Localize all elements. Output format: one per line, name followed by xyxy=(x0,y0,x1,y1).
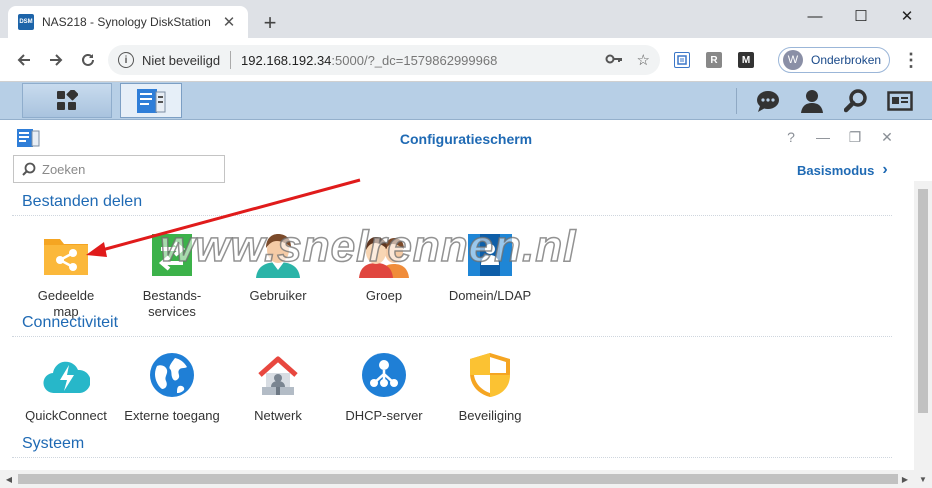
user-icon xyxy=(253,230,303,280)
browser-tab[interactable]: DSM NAS218 - Synology DiskStation ✕ xyxy=(8,6,248,38)
shared-folder-icon xyxy=(41,230,91,280)
section-divider xyxy=(12,215,892,216)
scroll-right-arrow-icon[interactable]: ▶ xyxy=(898,472,912,486)
item-label: Beveiliging xyxy=(458,408,522,423)
back-arrow-icon[interactable] xyxy=(12,48,36,72)
panel-restore-button[interactable]: ❐ xyxy=(846,128,864,146)
taskbar-divider xyxy=(736,88,737,114)
window-maximize-button[interactable]: ☐ xyxy=(838,4,884,28)
main-menu-button[interactable] xyxy=(22,83,112,118)
file-services-icon xyxy=(147,230,197,280)
panel-close-button[interactable]: ✕ xyxy=(878,128,896,146)
search-input[interactable] xyxy=(42,161,212,177)
panel-minimize-button[interactable]: — xyxy=(814,128,832,146)
domain-ldap-item[interactable]: Domein/LDAP xyxy=(435,230,545,304)
main-menu-grid-icon xyxy=(57,89,78,110)
horizontal-scrollbar-thumb[interactable] xyxy=(18,474,898,484)
widgets-icon[interactable] xyxy=(886,88,914,114)
basic-mode-link[interactable]: Basismodus › xyxy=(797,161,888,179)
vertical-scrollbar[interactable] xyxy=(914,181,932,470)
item-label: Netwerk xyxy=(254,408,302,423)
control-panel-taskbar-button[interactable] xyxy=(120,83,182,118)
item-label: Gebruiker xyxy=(249,288,307,303)
dsm-favicon-icon: DSM xyxy=(18,14,34,30)
quickconnect-icon xyxy=(41,350,91,400)
group-item[interactable]: Groep xyxy=(329,230,439,304)
url-path: :5000/?_dc=1579862999968 xyxy=(331,52,498,68)
network-icon xyxy=(253,350,303,400)
control-panel-window: Configuratiescherm ? — ❐ ✕ Basismodus › … xyxy=(0,120,932,488)
avatar: W xyxy=(783,50,803,70)
profile-label: Onderbroken xyxy=(811,53,882,67)
scroll-left-arrow-icon[interactable]: ◀ xyxy=(2,472,16,486)
quickconnect-item[interactable]: QuickConnect xyxy=(11,350,121,424)
browser-toolbar: i Niet beveiligd 192.168.192.34 :5000/?_… xyxy=(0,38,932,82)
dsm-taskbar xyxy=(0,82,932,120)
file-services-item[interactable]: Bestands-services xyxy=(117,230,227,320)
item-label: QuickConnect xyxy=(25,408,107,423)
tab-close-icon[interactable]: ✕ xyxy=(220,13,238,31)
item-label: DHCP-server xyxy=(345,408,423,423)
help-icon[interactable]: ? xyxy=(782,128,800,146)
external-access-item[interactable]: Externe toegang xyxy=(117,350,227,424)
window-minimize-button[interactable]: — xyxy=(792,4,838,28)
key-icon[interactable] xyxy=(605,52,623,69)
security-shield-icon xyxy=(465,350,515,400)
forward-arrow-icon[interactable] xyxy=(44,48,68,72)
extension-m-icon[interactable]: M xyxy=(738,52,754,68)
section-divider xyxy=(12,457,892,458)
item-label: Groep xyxy=(365,288,403,303)
tab-title: NAS218 - Synology DiskStation xyxy=(42,15,211,29)
item-label: Bestands-services xyxy=(142,288,202,319)
item-label: Domein/LDAP xyxy=(448,288,532,303)
scroll-down-arrow-icon[interactable]: ▼ xyxy=(916,472,930,486)
section-title-file-sharing: Bestanden delen xyxy=(22,193,143,210)
network-item[interactable]: Netwerk xyxy=(223,350,333,424)
shared-folder-item[interactable]: Gedeelde map xyxy=(11,230,121,320)
domain-ldap-icon xyxy=(465,230,515,280)
dhcp-server-icon xyxy=(359,350,409,400)
section-title-system: Systeem xyxy=(22,435,85,452)
new-tab-button[interactable]: + xyxy=(258,12,282,34)
search-magnifier-icon xyxy=(22,162,36,176)
item-label: Externe toegang xyxy=(124,408,220,423)
security-label: Niet beveiligd xyxy=(142,52,221,68)
user-item[interactable]: Gebruiker xyxy=(223,230,333,304)
browser-tab-strip: DSM NAS218 - Synology DiskStation ✕ + — … xyxy=(0,0,932,38)
extension-r-icon[interactable]: R xyxy=(706,52,722,68)
control-panel-header: Configuratiescherm ? — ❐ ✕ xyxy=(0,120,932,156)
chevron-right-icon: › xyxy=(882,161,888,178)
address-separator xyxy=(230,51,232,69)
profile-button[interactable]: W Onderbroken xyxy=(778,47,890,73)
section-divider xyxy=(12,336,892,337)
notifications-chat-icon[interactable] xyxy=(754,88,782,114)
dhcp-server-item[interactable]: DHCP-server xyxy=(329,350,439,424)
address-bar[interactable]: i Niet beveiligd 192.168.192.34 :5000/?_… xyxy=(108,45,660,75)
url-host: 192.168.192.34 xyxy=(241,52,332,68)
search-field[interactable] xyxy=(13,155,225,183)
window-close-button[interactable]: ✕ xyxy=(884,4,930,28)
section-title-connectivity: Connectiviteit xyxy=(22,314,119,331)
basic-mode-label: Basismodus xyxy=(797,162,875,178)
info-icon[interactable]: i xyxy=(118,52,134,68)
bookmark-star-icon[interactable]: ☆ xyxy=(637,51,650,69)
external-access-icon xyxy=(147,350,197,400)
search-icon[interactable] xyxy=(842,88,870,114)
security-item[interactable]: Beveiliging xyxy=(435,350,545,424)
extension-page-icon[interactable] xyxy=(674,52,690,68)
browser-menu-icon[interactable]: ⋮ xyxy=(902,50,920,71)
reload-icon[interactable] xyxy=(76,48,100,72)
group-icon xyxy=(359,230,409,280)
control-panel-icon xyxy=(137,88,166,113)
horizontal-scrollbar[interactable]: ◀ ▶ ▼ xyxy=(0,470,932,488)
user-options-icon[interactable] xyxy=(798,88,826,114)
vertical-scrollbar-thumb[interactable] xyxy=(918,189,928,413)
